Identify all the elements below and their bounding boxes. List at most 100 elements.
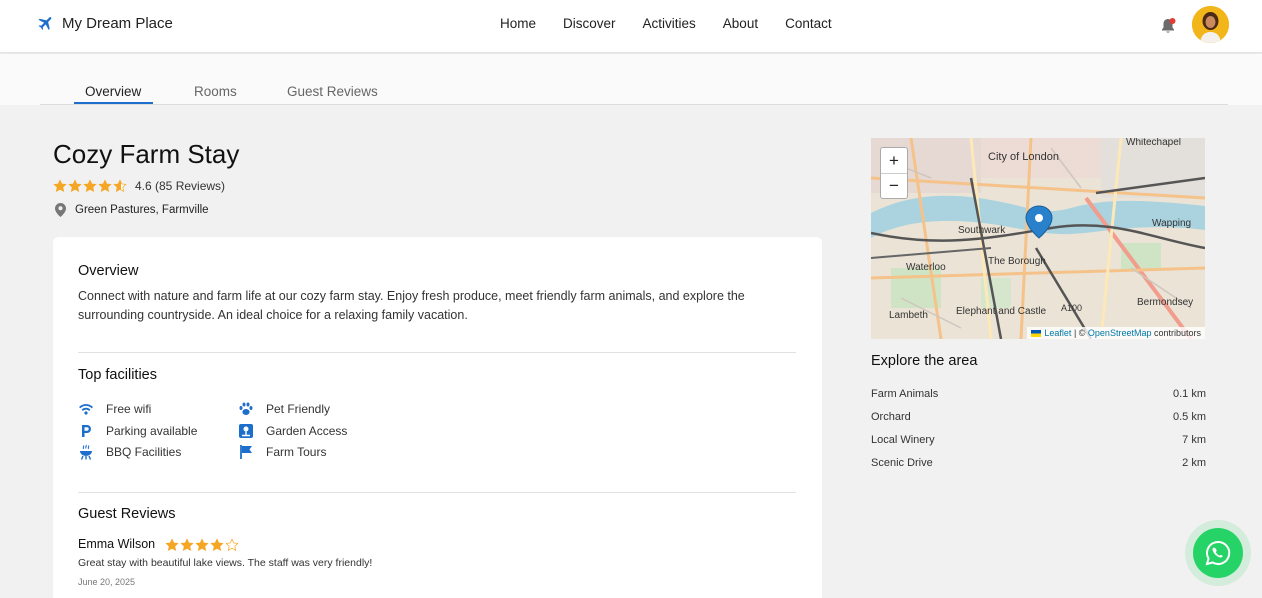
star-icon (68, 179, 82, 192)
map-label: Whitechapel (1126, 138, 1181, 148)
review-text: Great stay with beautiful lake views. Th… (78, 557, 373, 569)
ukraine-flag-icon (1031, 329, 1042, 337)
facility-bbq: BBQ Facilities (78, 444, 181, 460)
whatsapp-button-inner (1193, 528, 1243, 578)
main-nav: Home Discover Activities About Contact (500, 16, 859, 31)
facility-label: Pet Friendly (266, 402, 331, 416)
star-icon (98, 179, 112, 192)
facility-farm-tours: Farm Tours (238, 444, 326, 460)
rating-text[interactable]: 4.6 (85 Reviews) (135, 179, 225, 193)
tabs: Overview Rooms Guest Reviews (40, 82, 1228, 105)
user-avatar[interactable] (1192, 6, 1229, 43)
divider (78, 492, 796, 493)
attribution-tail: contributors (1151, 328, 1201, 338)
explore-item: Scenic Drive 2 km (871, 457, 1206, 469)
brand-logo[interactable]: My Dream Place (37, 14, 173, 32)
facility-pet-friendly: Pet Friendly (238, 401, 330, 417)
facility-label: Farm Tours (266, 445, 327, 459)
poi-name: Scenic Drive (871, 457, 933, 469)
review-date: June 20, 2025 (78, 577, 136, 587)
nav-activities[interactable]: Activities (643, 16, 696, 31)
parking-icon (82, 425, 91, 437)
nav-contact[interactable]: Contact (785, 16, 832, 31)
review-stars (165, 538, 240, 552)
poi-name: Local Winery (871, 434, 935, 446)
tab-rooms[interactable]: Rooms (194, 84, 237, 99)
property-title: Cozy Farm Stay (53, 139, 240, 169)
star-icon (195, 538, 209, 551)
poi-distance: 0.1 km (1172, 388, 1206, 400)
map-attribution: Leaflet | © OpenStreetMap contributors (1027, 327, 1205, 339)
explore-item: Orchard 0.5 km (871, 411, 1206, 423)
active-tab-indicator (74, 102, 153, 104)
nav-home[interactable]: Home (500, 16, 536, 31)
paw-icon (239, 402, 253, 415)
map-label: Bermondsey (1137, 297, 1193, 308)
explore-item: Local Winery 7 km (871, 434, 1206, 446)
facilities-heading: Top facilities (78, 367, 157, 383)
map-label: Lambeth (889, 310, 928, 321)
brand-name: My Dream Place (62, 14, 173, 32)
tab-bar: Overview Rooms Guest Reviews (0, 54, 1262, 105)
location-pin-icon (55, 203, 66, 217)
leaflet-link[interactable]: Leaflet (1044, 328, 1071, 338)
facility-parking: Parking available (78, 423, 197, 439)
map-label: The Borough (988, 256, 1046, 267)
map-label: Waterloo (906, 262, 946, 273)
attribution-separator: | © (1071, 328, 1088, 338)
map-label: Wapping (1152, 218, 1191, 229)
details-card: Overview Connect with nature and farm li… (53, 237, 822, 598)
airplane-icon (38, 17, 52, 30)
explore-item: Farm Animals 0.1 km (871, 388, 1206, 400)
star-icon (210, 538, 224, 551)
star-icon (113, 179, 127, 192)
star-icon (83, 179, 97, 192)
star-icon (225, 538, 239, 551)
map-label: City of London (988, 151, 1059, 163)
poi-distance: 0.5 km (1172, 411, 1206, 423)
reviews-heading: Guest Reviews (78, 506, 176, 522)
poi-distance: 7 km (1182, 434, 1206, 446)
facility-garden-access: Garden Access (238, 423, 347, 439)
location-row: Green Pastures, Farmville (55, 203, 209, 217)
overview-description: Connect with nature and farm life at our… (78, 289, 745, 322)
poi-name: Farm Animals (871, 388, 939, 400)
map-zoom-control: + − (880, 147, 908, 199)
star-icon (180, 538, 194, 551)
bell-icon[interactable] (1160, 17, 1176, 35)
rating-row: 4.6 (85 Reviews) (53, 179, 225, 193)
map-label: Elephant and Castle (956, 306, 1047, 317)
rating-stars (53, 179, 128, 193)
flag-icon (240, 445, 252, 459)
map-tiles: Whitechapel City of London Southwark Wap… (871, 138, 1205, 339)
reviewer-name: Emma Wilson (78, 537, 156, 551)
tab-overview[interactable]: Overview (85, 84, 141, 99)
explore-heading: Explore the area (871, 353, 978, 369)
map-label: A100 (1061, 303, 1082, 313)
top-header: My Dream Place Home Discover Activities … (0, 0, 1262, 53)
star-icon (53, 179, 67, 192)
location-text: Green Pastures, Farmville (75, 204, 209, 216)
nav-discover[interactable]: Discover (563, 16, 616, 31)
nav-about[interactable]: About (723, 16, 758, 31)
zoom-out-button[interactable]: − (881, 173, 907, 198)
poi-distance: 2 km (1182, 457, 1206, 469)
wifi-icon (79, 404, 93, 415)
map-label: Southwark (958, 225, 1006, 236)
bbq-icon (80, 444, 92, 460)
whatsapp-button[interactable] (1185, 520, 1251, 586)
facility-label: Garden Access (266, 424, 348, 438)
divider (78, 352, 796, 353)
osm-link[interactable]: OpenStreetMap (1088, 328, 1152, 338)
garden-icon (239, 424, 253, 438)
star-icon (165, 538, 179, 551)
map[interactable]: Whitechapel City of London Southwark Wap… (871, 138, 1205, 339)
facility-wifi: Free wifi (78, 401, 151, 417)
poi-name: Orchard (871, 411, 911, 423)
whatsapp-icon (1205, 540, 1231, 566)
facility-label: Parking available (106, 424, 198, 438)
facility-label: Free wifi (106, 402, 152, 416)
zoom-in-button[interactable]: + (881, 148, 907, 173)
facility-label: BBQ Facilities (106, 445, 182, 459)
tab-guest-reviews[interactable]: Guest Reviews (287, 84, 378, 99)
